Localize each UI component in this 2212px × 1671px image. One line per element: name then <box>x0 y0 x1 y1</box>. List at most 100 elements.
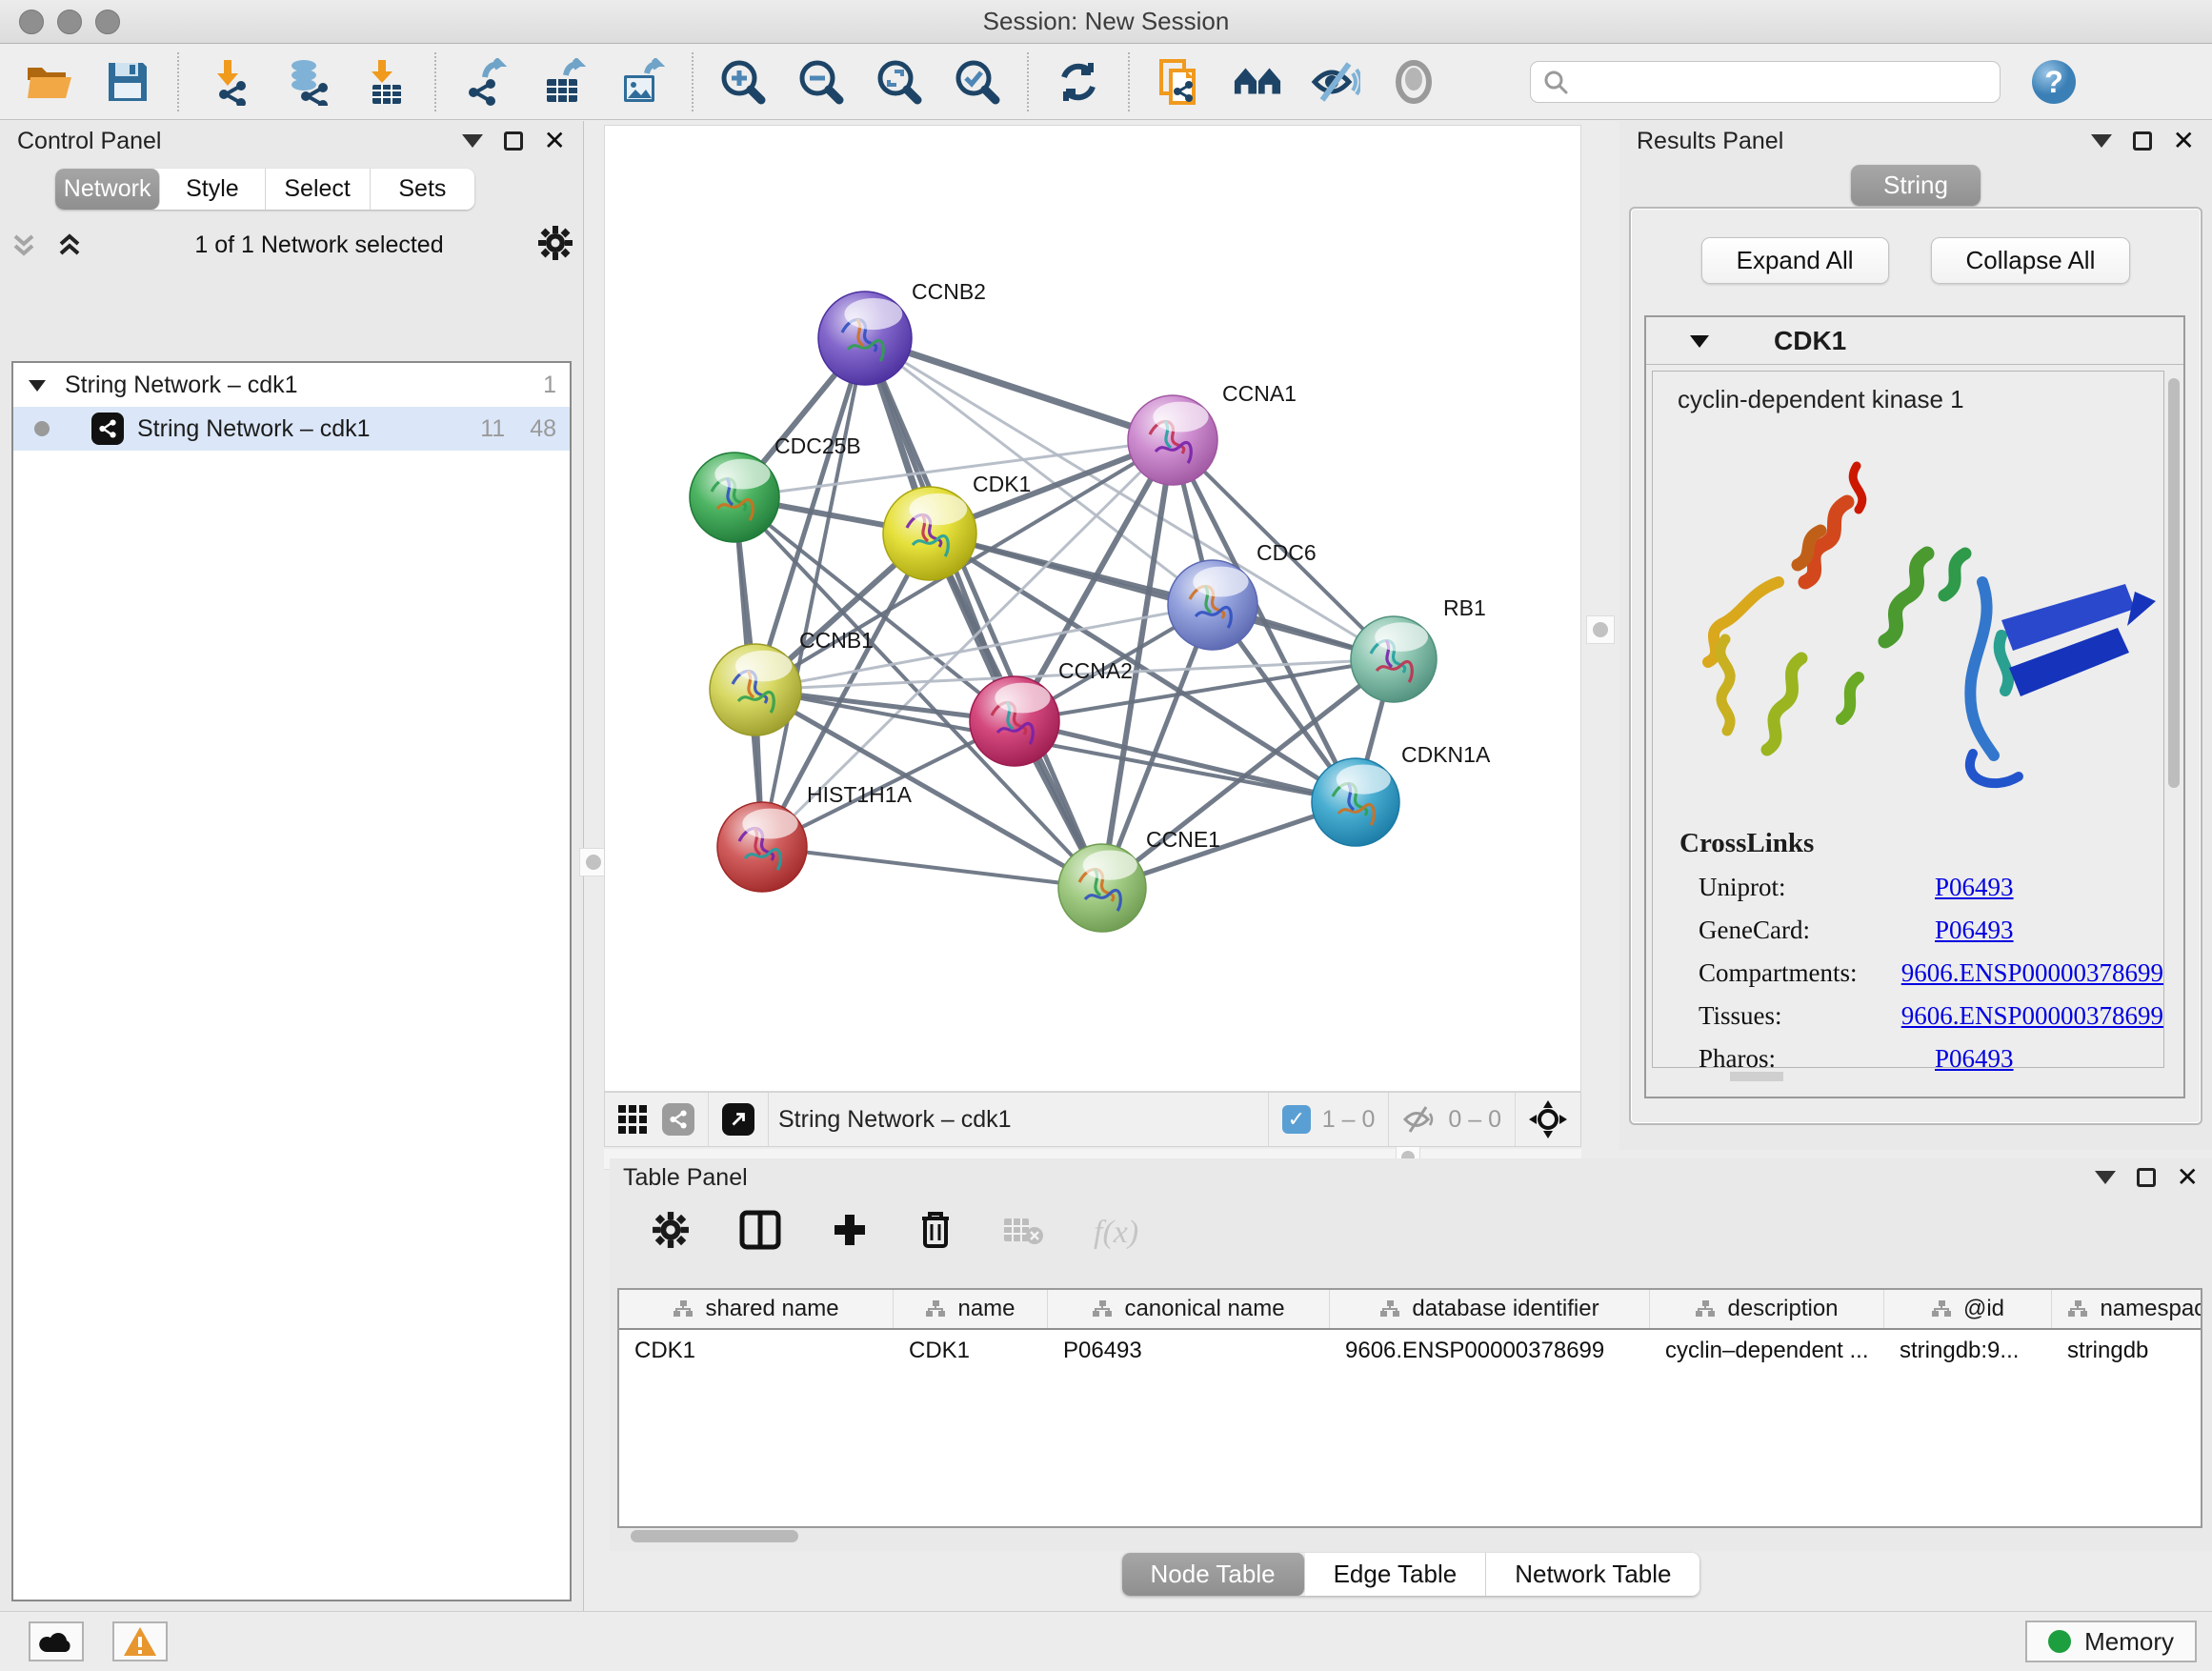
network-overview-share-icon[interactable] <box>662 1103 694 1136</box>
genemania-homology-button[interactable] <box>1233 57 1282 107</box>
cloud-tasks-button[interactable] <box>29 1621 84 1661</box>
apply-style-refresh-button[interactable] <box>1054 57 1103 107</box>
close-panel-icon[interactable]: ✕ <box>544 131 566 151</box>
collection-expand-icon[interactable] <box>27 376 48 393</box>
search-box[interactable] <box>1530 61 2001 103</box>
network-options-gear-icon[interactable] <box>537 225 573 266</box>
network-node[interactable] <box>818 292 912 385</box>
delete-column-trash-icon[interactable] <box>918 1210 953 1255</box>
network-edge[interactable] <box>865 338 1173 440</box>
duplicate-network-button[interactable] <box>1155 57 1204 107</box>
create-column-plus-icon[interactable] <box>831 1211 869 1254</box>
column-header[interactable]: name <box>894 1290 1048 1328</box>
birds-eye-view-icon[interactable] <box>618 1105 647 1134</box>
crosslink-link[interactable]: 9606.ENSP00000378699 <box>1901 1001 2163 1031</box>
network-edge[interactable] <box>762 847 1102 888</box>
save-session-button[interactable] <box>103 57 152 107</box>
table-horizontal-scrollbar[interactable] <box>617 1528 2202 1545</box>
table-cell[interactable]: CDK1 <box>894 1330 1048 1372</box>
crosslink-link[interactable]: P06493 <box>1935 1044 2014 1074</box>
table-options-gear-icon[interactable] <box>652 1211 690 1254</box>
tab-network-table[interactable]: Network Table <box>1486 1553 1699 1596</box>
network-node[interactable] <box>1168 560 1257 650</box>
crosslink-link[interactable]: 9606.ENSP00000378699 <box>1901 958 2163 988</box>
crosslink-link[interactable]: P06493 <box>1935 916 2014 945</box>
tab-node-table[interactable]: Node Table <box>1122 1553 1305 1596</box>
import-network-database-button[interactable] <box>282 57 332 107</box>
node-table[interactable]: shared namenamecanonical namedatabase id… <box>617 1288 2202 1528</box>
zoom-in-button[interactable] <box>718 57 768 107</box>
network-canvas[interactable]: CCNB2CCNA1CDC25BCDK1CDC6RB1CCNB1CCNA2CDK… <box>604 125 1581 1092</box>
warnings-button[interactable] <box>112 1621 168 1661</box>
column-header[interactable]: @id <box>1884 1290 2052 1328</box>
table-cell[interactable]: cyclin–dependent ... <box>1650 1330 1884 1372</box>
results-vertical-scrollbar[interactable] <box>2168 378 2180 788</box>
section-collapse-icon[interactable] <box>1688 332 1711 351</box>
network-edge[interactable] <box>762 338 865 847</box>
table-cell[interactable]: stringdb:9... <box>1884 1330 2052 1372</box>
network-node[interactable] <box>970 676 1059 766</box>
open-session-button[interactable] <box>25 57 74 107</box>
collapse-all-button[interactable]: Collapse All <box>1931 237 2131 284</box>
export-image-button[interactable] <box>617 57 667 107</box>
selected-checkbox-icon[interactable]: ✓ <box>1282 1105 1311 1134</box>
fit-selected-crosshair-icon[interactable] <box>1529 1100 1567 1138</box>
results-horizontal-scrollbar[interactable] <box>1730 1072 1783 1081</box>
show-columns-icon[interactable] <box>739 1210 781 1255</box>
float-panel-icon[interactable] <box>504 131 523 151</box>
network-node[interactable] <box>1128 395 1217 485</box>
panel-menu-icon[interactable] <box>2091 134 2112 148</box>
zoom-out-button[interactable] <box>796 57 846 107</box>
import-network-file-button[interactable] <box>204 57 253 107</box>
column-header[interactable]: description <box>1650 1290 1884 1328</box>
table-row[interactable]: CDK1CDK1P064939606.ENSP00000378699cyclin… <box>619 1330 2201 1372</box>
tab-edge-table[interactable]: Edge Table <box>1305 1553 1487 1596</box>
help-button[interactable]: ? <box>2029 57 2079 107</box>
table-cell[interactable]: 9606.ENSP00000378699 <box>1330 1330 1650 1372</box>
close-panel-icon[interactable]: ✕ <box>2173 131 2195 151</box>
network-node[interactable] <box>710 644 801 735</box>
table-cell[interactable]: P06493 <box>1048 1330 1330 1372</box>
splitter-handle[interactable] <box>1586 615 1615 644</box>
float-panel-icon[interactable] <box>2133 131 2152 151</box>
detach-view-icon[interactable] <box>722 1103 754 1136</box>
column-header[interactable]: namespace <box>2052 1290 2202 1328</box>
panel-menu-icon[interactable] <box>2095 1171 2116 1184</box>
expand-all-networks-icon[interactable] <box>55 231 84 259</box>
close-panel-icon[interactable]: ✕ <box>2177 1168 2199 1187</box>
hide-selected-button[interactable] <box>1311 57 1360 107</box>
show-all-button[interactable] <box>1389 57 1438 107</box>
tab-string[interactable]: String <box>1851 165 1981 206</box>
collapse-all-networks-icon[interactable] <box>10 231 38 259</box>
network-node[interactable] <box>717 802 807 892</box>
export-table-button[interactable] <box>539 57 589 107</box>
tab-select[interactable]: Select <box>266 169 371 210</box>
network-row[interactable]: String Network – cdk1 11 48 <box>13 407 570 451</box>
crosslink-link[interactable]: P06493 <box>1935 873 2014 902</box>
export-network-button[interactable] <box>461 57 511 107</box>
network-collection-row[interactable]: String Network – cdk1 1 <box>13 363 570 407</box>
network-node[interactable] <box>690 453 779 542</box>
search-input[interactable] <box>1569 64 1988 100</box>
expand-all-button[interactable]: Expand All <box>1701 237 1889 284</box>
network-node[interactable] <box>1351 616 1437 702</box>
import-table-button[interactable] <box>360 57 410 107</box>
memory-button[interactable]: Memory <box>2025 1621 2197 1662</box>
network-node[interactable] <box>1312 758 1399 846</box>
column-header[interactable]: shared name <box>619 1290 894 1328</box>
zoom-selected-button[interactable] <box>953 57 1002 107</box>
panel-menu-icon[interactable] <box>462 134 483 148</box>
tab-style[interactable]: Style <box>160 169 265 210</box>
float-panel-icon[interactable] <box>2137 1168 2156 1187</box>
tab-sets[interactable]: Sets <box>371 169 474 210</box>
network-edge[interactable] <box>930 534 1394 659</box>
zoom-fit-button[interactable] <box>875 57 924 107</box>
node-result-header[interactable]: CDK1 <box>1646 317 2183 365</box>
tab-network[interactable]: Network <box>55 169 160 210</box>
network-node[interactable] <box>883 487 976 580</box>
network-node[interactable] <box>1058 844 1146 932</box>
table-cell[interactable]: CDK1 <box>619 1330 894 1372</box>
table-cell[interactable]: stringdb <box>2052 1330 2202 1372</box>
column-header[interactable]: database identifier <box>1330 1290 1650 1328</box>
column-header[interactable]: canonical name <box>1048 1290 1330 1328</box>
